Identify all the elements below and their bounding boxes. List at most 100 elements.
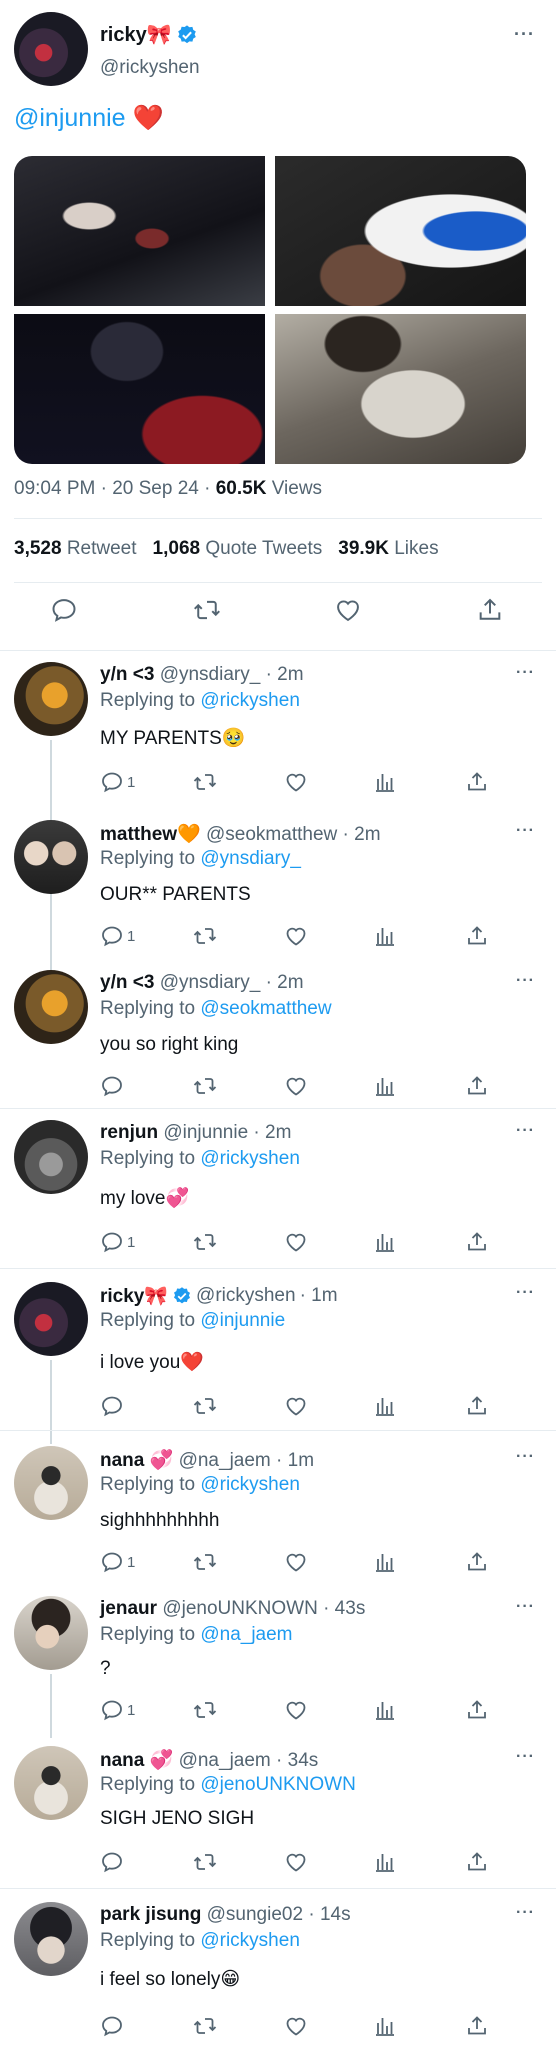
photo-1[interactable] bbox=[14, 156, 265, 306]
more-options-icon[interactable]: ··· bbox=[516, 1748, 535, 1766]
reply-icon[interactable]: 1 bbox=[100, 1698, 135, 1722]
avatar[interactable] bbox=[14, 1120, 88, 1194]
analytics-icon[interactable] bbox=[373, 2014, 397, 2038]
author-handle[interactable]: @rickyshen bbox=[100, 57, 200, 79]
views-count: 60.5K bbox=[215, 478, 267, 499]
retweet-icon[interactable] bbox=[192, 1394, 218, 1418]
share-icon[interactable] bbox=[465, 770, 489, 794]
retweet-icon[interactable] bbox=[192, 770, 218, 794]
avatar[interactable] bbox=[14, 1746, 88, 1820]
author-name[interactable]: ricky🎀 bbox=[100, 22, 198, 47]
like-icon[interactable] bbox=[283, 924, 309, 948]
like-icon[interactable] bbox=[283, 1698, 309, 1722]
like-icon[interactable] bbox=[283, 1394, 309, 1418]
mention-link[interactable]: @ynsdiary_ bbox=[200, 848, 301, 869]
like-icon[interactable] bbox=[333, 596, 363, 624]
share-icon[interactable] bbox=[465, 1698, 489, 1722]
avatar[interactable] bbox=[14, 1902, 88, 1976]
analytics-icon[interactable] bbox=[373, 1698, 397, 1722]
analytics-icon[interactable] bbox=[373, 1394, 397, 1418]
share-icon[interactable] bbox=[465, 924, 489, 948]
photo-2[interactable] bbox=[275, 156, 526, 306]
retweet-icon[interactable] bbox=[192, 1550, 218, 1574]
analytics-icon[interactable] bbox=[373, 924, 397, 948]
reply-actions: 1 bbox=[0, 1550, 556, 1580]
more-options-icon[interactable]: ··· bbox=[514, 24, 535, 45]
mention-link[interactable]: @rickyshen bbox=[200, 1474, 300, 1495]
retweet-stat[interactable]: 3,528 Retweet bbox=[14, 538, 137, 560]
analytics-icon[interactable] bbox=[373, 1230, 397, 1254]
reply-icon[interactable]: 1 bbox=[100, 1230, 135, 1254]
share-icon[interactable] bbox=[465, 2014, 489, 2038]
more-options-icon[interactable]: ··· bbox=[516, 1904, 535, 1922]
more-options-icon[interactable]: ··· bbox=[516, 664, 535, 682]
likes-stat[interactable]: 39.9K Likes bbox=[338, 538, 438, 560]
divider bbox=[0, 1268, 556, 1269]
avatar[interactable] bbox=[14, 1596, 88, 1670]
like-icon[interactable] bbox=[283, 2014, 309, 2038]
like-icon[interactable] bbox=[283, 1550, 309, 1574]
reply-text: sighhhhhhhhh bbox=[100, 1510, 220, 1531]
reply-actions: 1 bbox=[0, 924, 556, 954]
reply-text: you so right king bbox=[100, 1034, 239, 1055]
mention-link[interactable]: @jenoUNKNOWN bbox=[200, 1774, 355, 1795]
more-options-icon[interactable]: ··· bbox=[516, 1448, 535, 1466]
avatar[interactable] bbox=[14, 12, 88, 86]
reply-icon[interactable]: 1 bbox=[100, 924, 135, 948]
more-options-icon[interactable]: ··· bbox=[516, 1122, 535, 1140]
share-icon[interactable] bbox=[465, 1230, 489, 1254]
avatar[interactable] bbox=[14, 820, 88, 894]
avatar[interactable] bbox=[14, 1446, 88, 1520]
more-options-icon[interactable]: ··· bbox=[516, 1598, 535, 1616]
more-options-icon[interactable]: ··· bbox=[516, 972, 535, 990]
share-icon[interactable] bbox=[465, 1850, 489, 1874]
retweet-icon[interactable] bbox=[192, 1698, 218, 1722]
share-icon[interactable] bbox=[465, 1074, 489, 1098]
reply-icon[interactable] bbox=[100, 1074, 127, 1098]
mention-link[interactable]: @injunnie bbox=[14, 104, 126, 132]
analytics-icon[interactable] bbox=[373, 1550, 397, 1574]
retweet-icon[interactable] bbox=[192, 596, 222, 624]
share-icon[interactable] bbox=[465, 1394, 489, 1418]
reply-icon[interactable] bbox=[100, 1394, 127, 1418]
reply-icon[interactable] bbox=[50, 596, 78, 624]
avatar[interactable] bbox=[14, 662, 88, 736]
more-options-icon[interactable]: ··· bbox=[516, 822, 535, 840]
reply-icon[interactable] bbox=[100, 2014, 127, 2038]
retweet-icon[interactable] bbox=[192, 2014, 218, 2038]
like-icon[interactable] bbox=[283, 770, 309, 794]
reply-icon[interactable]: 1 bbox=[100, 770, 135, 794]
retweet-icon[interactable] bbox=[192, 1850, 218, 1874]
quote-stat[interactable]: 1,068 Quote Tweets bbox=[153, 538, 323, 560]
mention-link[interactable]: @seokmatthew bbox=[200, 998, 331, 1019]
reply-text: ? bbox=[100, 1658, 111, 1679]
reply-icon[interactable]: 1 bbox=[100, 1550, 135, 1574]
reply-icon[interactable] bbox=[100, 1850, 127, 1874]
mention-link[interactable]: @rickyshen bbox=[200, 690, 300, 711]
like-icon[interactable] bbox=[283, 1074, 309, 1098]
verified-icon bbox=[174, 1287, 191, 1304]
photo-3[interactable] bbox=[14, 314, 265, 464]
reply-actions: 1 bbox=[0, 770, 556, 800]
divider bbox=[0, 1888, 556, 1889]
mention-link[interactable]: @rickyshen bbox=[200, 1148, 300, 1169]
mention-link[interactable]: @na_jaem bbox=[200, 1624, 292, 1645]
avatar[interactable] bbox=[14, 970, 88, 1044]
mention-link[interactable]: @rickyshen bbox=[200, 1930, 300, 1951]
analytics-icon[interactable] bbox=[373, 1074, 397, 1098]
retweet-icon[interactable] bbox=[192, 1230, 218, 1254]
divider bbox=[14, 582, 542, 583]
share-icon[interactable] bbox=[476, 596, 504, 624]
more-options-icon[interactable]: ··· bbox=[516, 1284, 535, 1302]
analytics-icon[interactable] bbox=[373, 1850, 397, 1874]
share-icon[interactable] bbox=[465, 1550, 489, 1574]
like-icon[interactable] bbox=[283, 1850, 309, 1874]
analytics-icon[interactable] bbox=[373, 770, 397, 794]
photo-4[interactable] bbox=[275, 314, 526, 464]
like-icon[interactable] bbox=[283, 1230, 309, 1254]
verified-icon bbox=[177, 24, 196, 43]
retweet-icon[interactable] bbox=[192, 924, 218, 948]
mention-link[interactable]: @injunnie bbox=[200, 1310, 285, 1331]
avatar[interactable] bbox=[14, 1282, 88, 1356]
retweet-icon[interactable] bbox=[192, 1074, 218, 1098]
